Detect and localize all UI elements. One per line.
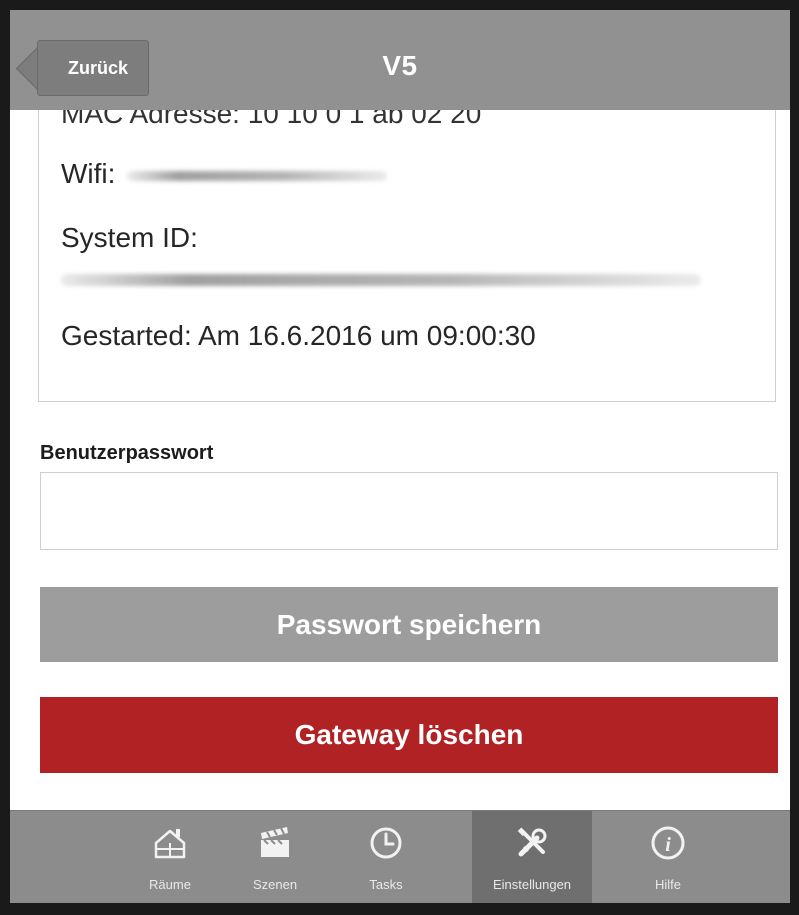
password-label: Benutzerpasswort (40, 442, 214, 464)
info-icon: i (651, 826, 685, 860)
save-password-button[interactable]: Passwort speichern (40, 587, 778, 662)
wifi-redacted-value (127, 170, 388, 181)
nav-label-raeume: Räume (149, 877, 191, 892)
wifi-line: Wifi: (61, 158, 388, 190)
wifi-label: Wifi: (61, 158, 116, 189)
nav-item-hilfe[interactable]: i Hilfe (608, 811, 728, 903)
nav-item-szenen[interactable]: Szenen (215, 811, 335, 903)
system-id-redacted-value (61, 273, 701, 286)
started-line: Gestarted: Am 16.6.2016 um 09:00:30 (61, 320, 536, 351)
gateway-info-card: MAC Adresse: 10 10 0 1 ab 02 20 Wifi: Sy… (38, 80, 776, 402)
house-icon (154, 829, 186, 859)
nav-label-einstellungen: Einstellungen (492, 877, 572, 892)
nav-item-tasks[interactable]: Tasks (326, 811, 446, 903)
password-input[interactable] (40, 472, 778, 550)
svg-text:i: i (665, 834, 671, 856)
nav-label-tasks: Tasks (369, 877, 403, 892)
app-screen: MAC Adresse: 10 10 0 1 ab 02 20 Wifi: Sy… (10, 10, 790, 903)
page-title: V5 (382, 50, 418, 81)
system-id-label: System ID: (61, 222, 198, 253)
delete-gateway-button[interactable]: Gateway löschen (40, 697, 778, 773)
top-bar: Zurück V5 (10, 10, 790, 110)
clapperboard-icon (261, 827, 289, 857)
system-id-value (61, 262, 701, 294)
nav-item-raeume[interactable]: Räume (110, 811, 230, 903)
bottom-nav: Räume Szenen Tasks Einstellungen i Hilfe (10, 810, 790, 903)
nav-label-szenen: Szenen (252, 877, 298, 892)
clock-icon (370, 827, 402, 859)
nav-item-einstellungen[interactable]: Einstellungen (472, 811, 592, 903)
nav-label-hilfe: Hilfe (654, 877, 681, 892)
tools-icon (517, 827, 547, 857)
